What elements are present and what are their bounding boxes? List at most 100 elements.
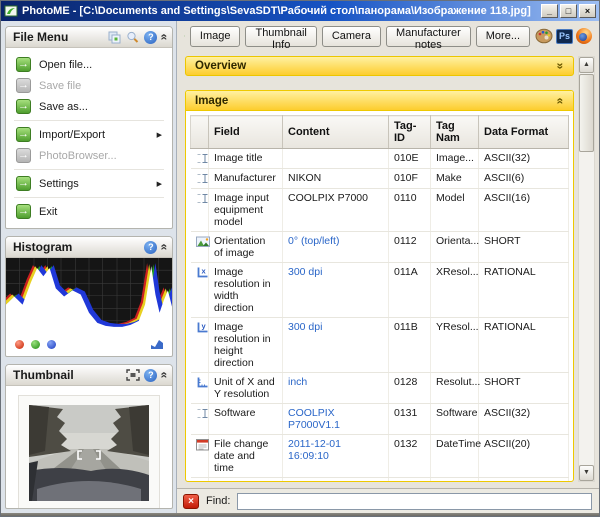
find-bar: × Find: [177, 488, 599, 513]
content-cell[interactable]: inch [283, 373, 389, 404]
table-row[interactable]: Y and C positioningCo-Sited0213YCbCrP...… [191, 478, 569, 482]
content-cell[interactable]: 300 dpi [283, 318, 389, 373]
scroll-down-button[interactable]: ▼ [579, 465, 594, 481]
table-row[interactable]: ManufacturerNIKON010FMakeASCII(6) [191, 169, 569, 189]
y-resolution-icon: y [191, 318, 209, 373]
find-label: Find: [206, 495, 230, 507]
thumbnail-frame[interactable] [18, 395, 160, 509]
firefox-icon[interactable] [576, 28, 592, 44]
svg-text:y: y [201, 322, 206, 331]
column-header-field[interactable]: Field [209, 116, 283, 149]
menu-separator [14, 169, 164, 170]
menu-item-exit[interactable]: →Exit [8, 201, 170, 222]
collapse-panel-icon[interactable]: « [160, 372, 170, 379]
vertical-scrollbar[interactable]: ▲ ▼ [578, 56, 595, 482]
column-header-tag-name[interactable]: Tag Nam [431, 116, 479, 149]
collapse-panel-icon[interactable]: « [160, 34, 170, 41]
menu-item-settings[interactable]: →Settings▶ [8, 173, 170, 194]
help-icon[interactable]: ? [144, 369, 157, 382]
overview-section-header[interactable]: Overview » [185, 56, 574, 76]
title-bar: PhotoME - [C:\Documents and Settings\Sev… [1, 1, 599, 21]
thumbnail-photo [29, 405, 149, 501]
copy-icon[interactable] [108, 31, 122, 44]
tab-more[interactable]: More... [476, 26, 530, 47]
menu-item-label: Save file [39, 80, 162, 92]
menu-item-import-export[interactable]: →Import/Export▶ [8, 124, 170, 145]
file-menu-panel: File Menu ? « →Open file...→Save file→Sa… [5, 26, 173, 229]
green-arrow-icon: → [16, 127, 31, 142]
table-row[interactable]: Image title010EImage...ASCII(32) [191, 149, 569, 169]
tab-camera[interactable]: Camera [322, 26, 381, 47]
field-cell: Manufacturer [209, 169, 283, 189]
maximize-button[interactable]: □ [560, 4, 577, 18]
table-row[interactable]: yImage resolution in height direction300… [191, 318, 569, 373]
table-row[interactable]: Unit of X and Y resolutioninch0128Resolu… [191, 373, 569, 404]
collapse-panel-icon[interactable]: « [160, 244, 170, 251]
data-format-cell: RATIONAL [479, 263, 569, 318]
blue-channel-button[interactable] [47, 340, 56, 349]
column-header-data-format[interactable]: Data Format [479, 116, 569, 149]
data-format-cell: SHORT [479, 478, 569, 482]
content-cell[interactable]: 2011-12-01 16:09:10 [283, 435, 389, 478]
field-cell: File change date and time [209, 435, 283, 478]
histogram-panel: Histogram ? « [5, 236, 173, 357]
tag-name-cell: Image... [431, 149, 479, 169]
histogram-controls [6, 334, 172, 356]
table-row[interactable]: xImage resolution in width direction300 … [191, 263, 569, 318]
content-cell[interactable]: 0° (top/left) [283, 232, 389, 263]
tab-buttons: ImageThumbnail Info CameraManufacturer no… [190, 26, 530, 47]
main-area: ImageThumbnail Info CameraManufacturer no… [177, 21, 599, 513]
photome-window: PhotoME - [C:\Documents and Settings\Sev… [0, 0, 600, 517]
photoshop-icon[interactable]: Ps [556, 29, 573, 44]
green-channel-button[interactable] [31, 340, 40, 349]
column-header-content[interactable]: Content [283, 116, 389, 149]
close-button[interactable]: × [579, 4, 596, 18]
menu-item-open-file[interactable]: →Open file... [8, 54, 170, 75]
content-cell[interactable]: COOLPIX P7000V1.1 [283, 404, 389, 435]
find-input[interactable] [237, 493, 592, 510]
field-cell: Orientation of image [209, 232, 283, 263]
table-row[interactable]: Orientation of image0° (top/left)0112Ori… [191, 232, 569, 263]
scroll-up-button[interactable]: ▲ [579, 57, 594, 73]
scrollbar-thumb[interactable] [579, 74, 594, 152]
tab-image[interactable]: Image [190, 26, 241, 47]
go-arrow-icon[interactable] [184, 29, 185, 43]
crop-frame-icon[interactable] [126, 369, 140, 381]
expand-section-icon[interactable]: » [556, 63, 566, 70]
menu-separator [14, 120, 164, 121]
data-format-cell: ASCII(32) [479, 404, 569, 435]
histogram-mode-icon[interactable] [151, 339, 163, 349]
sidebar: File Menu ? « →Open file...→Save file→Sa… [1, 21, 177, 513]
menu-item-save-file: →Save file [8, 75, 170, 96]
table-row[interactable]: Image input equipment modelCOOLPIX P7000… [191, 189, 569, 232]
photome-app-icon [4, 4, 18, 18]
tab-manufacturer-notes[interactable]: Manufacturer notes [386, 26, 471, 47]
image-section-header[interactable]: Image « [186, 91, 573, 111]
content-cell[interactable]: 300 dpi [283, 263, 389, 318]
help-icon[interactable]: ? [144, 241, 157, 254]
svg-text:x: x [201, 267, 206, 276]
tab-thumbnail-info[interactable]: Thumbnail Info [245, 26, 316, 47]
window-bottom-edge [1, 513, 599, 516]
minimize-button[interactable]: _ [541, 4, 558, 18]
scrollbar-track[interactable] [579, 153, 594, 465]
find-close-button[interactable]: × [183, 494, 199, 509]
menu-item-save-as[interactable]: →Save as... [8, 96, 170, 117]
table-row[interactable]: SoftwareCOOLPIX P7000V1.10131SoftwareASC… [191, 404, 569, 435]
exif-table-wrap: Field Content Tag-ID Tag Nam Data Format… [186, 111, 573, 481]
collapse-section-icon[interactable]: « [556, 97, 566, 104]
exif-table-body: Image title010EImage...ASCII(32)Manufact… [191, 149, 569, 482]
tag-id-cell: 010F [389, 169, 431, 189]
tag-id-cell: 0213 [389, 478, 431, 482]
column-header-tag-id[interactable]: Tag-ID [389, 116, 431, 149]
ruler-icon [191, 373, 209, 404]
help-icon[interactable]: ? [144, 31, 157, 44]
palette-icon[interactable] [535, 28, 553, 44]
red-channel-button[interactable] [15, 340, 24, 349]
menu-item-label: Save as... [39, 101, 162, 113]
icon-column-header [191, 116, 209, 149]
menu-item-photobrowser: →PhotoBrowser... [8, 145, 170, 166]
search-icon[interactable] [126, 31, 140, 44]
table-row[interactable]: File change date and time2011-12-01 16:0… [191, 435, 569, 478]
tag-name-cell: YResol... [431, 318, 479, 373]
